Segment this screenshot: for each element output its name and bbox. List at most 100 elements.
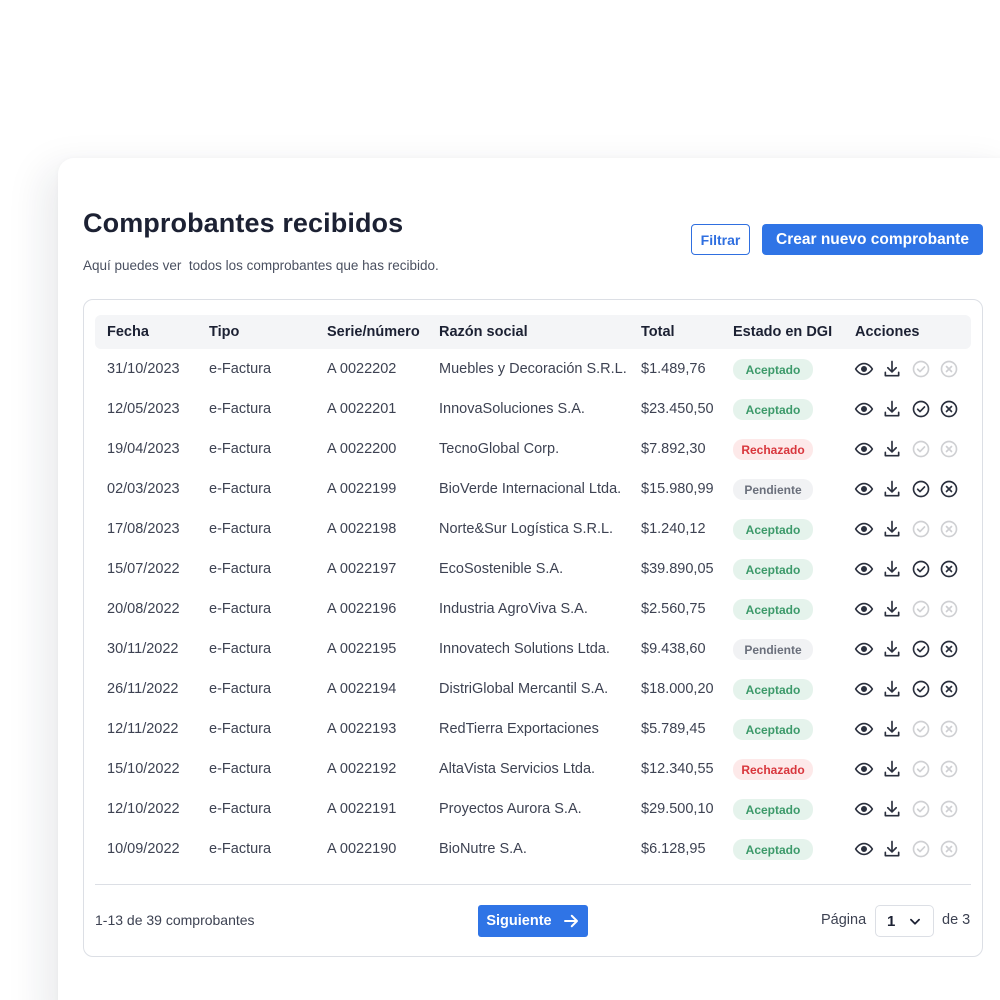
eye-icon[interactable] [853, 518, 875, 540]
cell-razon-social: Proyectos Aurora S.A. [439, 801, 582, 817]
column-header-serie: Serie/número [327, 324, 420, 340]
page-total: de 3 [942, 912, 971, 928]
check-circle-icon[interactable] [910, 558, 932, 580]
download-icon[interactable] [881, 678, 903, 700]
cell-razon-social: BioVerde Internacional Ltda. [439, 481, 622, 497]
check-circle-icon [910, 758, 932, 780]
download-icon[interactable] [881, 718, 903, 740]
table-row: 12/10/2022 e-Factura A 0022191 Proyectos Au… [95, 789, 971, 829]
cell-total: $9.438,60 [641, 641, 706, 657]
cell-fecha: 31/10/2023 [107, 361, 180, 377]
status-badge: Aceptado [733, 519, 813, 540]
eye-icon[interactable] [853, 758, 875, 780]
x-circle-icon[interactable] [938, 558, 960, 580]
cell-fecha: 19/04/2023 [107, 441, 180, 457]
download-icon[interactable] [881, 478, 903, 500]
filter-button[interactable]: Filtrar [691, 224, 750, 255]
page-label: Página [821, 912, 867, 928]
x-circle-icon [938, 838, 960, 860]
cell-razon-social: Norte&Sur Logística S.R.L. [439, 521, 614, 537]
cell-total: $12.340,55 [641, 761, 714, 777]
eye-icon[interactable] [853, 678, 875, 700]
table-row: 19/04/2023 e-Factura A 0022200 TecnoGlobal … [95, 429, 971, 469]
cell-razon-social: AltaVista Servicios Ltda. [439, 761, 596, 777]
cell-total: $1.240,12 [641, 521, 706, 537]
cell-tipo: e-Factura [209, 721, 272, 737]
column-header-total: Total [641, 324, 675, 340]
cell-razon-social: EcoSostenible S.A. [439, 561, 564, 577]
x-circle-icon[interactable] [938, 638, 960, 660]
download-icon[interactable] [881, 438, 903, 460]
cell-total: $2.560,75 [641, 601, 706, 617]
status-badge: Aceptado [733, 719, 813, 740]
cell-serie: A 0022202 [327, 361, 397, 377]
cell-fecha: 10/09/2022 [107, 841, 180, 857]
check-circle-icon[interactable] [910, 478, 932, 500]
x-circle-icon[interactable] [938, 678, 960, 700]
cell-razon-social: Innovatech Solutions Ltda. [439, 641, 610, 657]
cell-razon-social: DistriGlobal Mercantil S.A. [439, 681, 609, 697]
check-circle-icon [910, 718, 932, 740]
download-icon[interactable] [881, 638, 903, 660]
check-circle-icon[interactable] [910, 638, 932, 660]
download-icon[interactable] [881, 838, 903, 860]
results-count: 1-13 de 39 comprobantes [95, 912, 255, 928]
next-page-label: Siguiente [486, 913, 552, 929]
cell-razon-social: Muebles y Decoración S.R.L. [439, 361, 627, 377]
eye-icon[interactable] [853, 438, 875, 460]
cell-total: $29.500,10 [641, 801, 714, 817]
footer-divider [95, 884, 971, 885]
download-icon[interactable] [881, 358, 903, 380]
check-circle-icon [910, 358, 932, 380]
check-circle-icon [910, 438, 932, 460]
create-voucher-button[interactable]: Crear nuevo comprobante [762, 224, 983, 255]
cell-tipo: e-Factura [209, 521, 272, 537]
eye-icon[interactable] [853, 718, 875, 740]
cell-tipo: e-Factura [209, 561, 272, 577]
page-title: Comprobantes recibidos [83, 208, 404, 238]
check-circle-icon[interactable] [910, 398, 932, 420]
x-circle-icon[interactable] [938, 398, 960, 420]
status-badge: Aceptado [733, 399, 813, 420]
download-icon[interactable] [881, 798, 903, 820]
eye-icon[interactable] [853, 398, 875, 420]
table-row: 31/10/2023 e-Factura A 0022202 Muebles y De… [95, 349, 971, 389]
download-icon[interactable] [881, 758, 903, 780]
table-row: 17/08/2023 e-Factura A 0022198 Norte&Sur Lo… [95, 509, 971, 549]
download-icon[interactable] [881, 518, 903, 540]
eye-icon[interactable] [853, 478, 875, 500]
eye-icon[interactable] [853, 558, 875, 580]
download-icon[interactable] [881, 558, 903, 580]
cell-serie: A 0022199 [327, 481, 397, 497]
eye-icon[interactable] [853, 638, 875, 660]
cell-total: $18.000,20 [641, 681, 714, 697]
check-circle-icon [910, 798, 932, 820]
status-badge: Pendiente [733, 639, 813, 660]
check-circle-icon [910, 598, 932, 620]
next-page-button[interactable]: Siguiente [478, 905, 588, 937]
page-select[interactable]: 1 [875, 905, 934, 937]
x-circle-icon[interactable] [938, 478, 960, 500]
table-row: 30/11/2022 e-Factura A 0022195 Innovatech S… [95, 629, 971, 669]
cell-fecha: 26/11/2022 [107, 681, 179, 697]
cell-total: $1.489,76 [641, 361, 706, 377]
cell-razon-social: InnovaSoluciones S.A. [439, 401, 585, 417]
download-icon[interactable] [881, 598, 903, 620]
cell-total: $5.789,45 [641, 721, 706, 737]
cell-fecha: 12/05/2023 [107, 401, 180, 417]
cell-total: $23.450,50 [641, 401, 714, 417]
table-header: Fecha Tipo Serie/número Razón social Tot… [95, 315, 971, 349]
cell-tipo: e-Factura [209, 841, 272, 857]
cell-serie: A 0022191 [327, 801, 397, 817]
cell-razon-social: RedTierra Exportaciones [439, 721, 599, 737]
eye-icon[interactable] [853, 358, 875, 380]
download-icon[interactable] [881, 398, 903, 420]
cell-serie: A 0022194 [327, 681, 397, 697]
page-select-value: 1 [887, 912, 896, 930]
cell-total: $15.980,99 [641, 481, 714, 497]
eye-icon[interactable] [853, 798, 875, 820]
check-circle-icon[interactable] [910, 678, 932, 700]
eye-icon[interactable] [853, 838, 875, 860]
eye-icon[interactable] [853, 598, 875, 620]
status-badge: Aceptado [733, 679, 813, 700]
